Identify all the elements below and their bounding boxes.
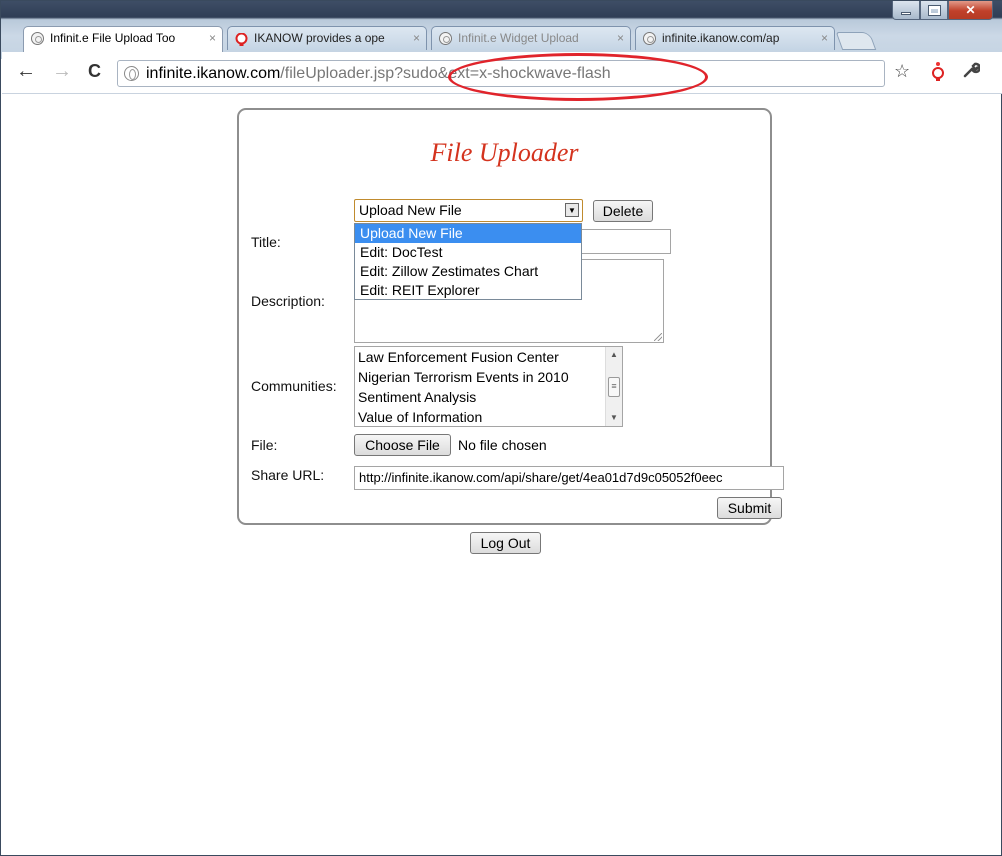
url-host: infinite.ikanow.com [146, 65, 281, 82]
tab-close-icon[interactable]: × [209, 27, 216, 50]
submit-button[interactable]: Submit [717, 497, 782, 519]
resize-grip-icon[interactable] [654, 333, 662, 341]
delete-button[interactable]: Delete [593, 200, 653, 222]
window-controls: ✕ [892, 1, 993, 20]
title-input[interactable] [581, 229, 671, 254]
maximize-icon [927, 4, 941, 16]
logout-button[interactable]: Log Out [470, 532, 541, 554]
scroll-up-icon[interactable]: ▲ [606, 348, 622, 362]
list-item[interactable]: Value of Information [355, 407, 622, 426]
choose-file-button[interactable]: Choose File [354, 434, 451, 456]
reload-icon[interactable]: C [88, 60, 101, 82]
no-file-text: No file chosen [458, 437, 547, 453]
minimize-icon [901, 11, 911, 15]
wrench-icon[interactable] [962, 61, 982, 84]
list-item[interactable]: Nigerian Terrorism Events in 2010 [355, 367, 622, 387]
tab-widget-upload[interactable]: Infinit.e Widget Upload × [431, 26, 631, 50]
file-select[interactable]: Upload New File ▼ [354, 199, 583, 222]
page-title: File Uploader [430, 138, 579, 167]
lightbulb-icon [235, 32, 248, 46]
annotation-ellipse [448, 53, 708, 101]
tab-api[interactable]: infinite.ikanow.com/ap × [635, 26, 835, 50]
close-icon: ✕ [965, 3, 976, 17]
dropdown-option[interactable]: Upload New File [355, 224, 581, 243]
tab-label: infinite.ikanow.com/ap [662, 31, 780, 45]
file-label: File: [251, 437, 278, 453]
communities-listbox[interactable]: Law Enforcement Fusion Center Nigerian T… [354, 346, 623, 427]
browser-window: ✕ Infinit.e File Upload Too × IKANOW pro… [0, 0, 1002, 856]
tab-file-upload[interactable]: Infinit.e File Upload Too × [23, 26, 223, 52]
share-url-input[interactable]: http://infinite.ikanow.com/api/share/get… [354, 466, 784, 490]
tab-label: Infinit.e File Upload Too [50, 31, 176, 45]
globe-icon [643, 32, 656, 45]
back-icon[interactable]: ← [16, 60, 36, 82]
tab-ikanow[interactable]: IKANOW provides a ope × [227, 26, 427, 50]
list-item[interactable]: Sentiment Analysis [355, 387, 622, 407]
forward-icon[interactable]: → [52, 60, 72, 82]
new-tab-button[interactable] [835, 32, 877, 50]
globe-icon [31, 32, 44, 45]
share-url-label: Share URL: [251, 467, 325, 483]
dropdown-option[interactable]: Edit: DocTest [355, 243, 581, 262]
scroll-down-icon[interactable]: ▼ [606, 411, 622, 425]
tab-label: Infinit.e Widget Upload [458, 31, 579, 45]
dropdown-option[interactable]: Edit: Zillow Zestimates Chart [355, 262, 581, 281]
tab-close-icon[interactable]: × [821, 27, 828, 50]
tab-strip: Infinit.e File Upload Too × IKANOW provi… [23, 26, 877, 52]
globe-icon [439, 32, 452, 45]
listbox-scrollbar[interactable]: ▲ ≡ ▼ [605, 347, 622, 426]
tab-close-icon[interactable]: × [413, 27, 420, 50]
file-select-dropdown: Upload New File Edit: DocTest Edit: Zill… [354, 223, 582, 300]
file-select-value: Upload New File [359, 202, 462, 218]
scroll-thumb[interactable]: ≡ [608, 377, 620, 397]
dropdown-option[interactable]: Edit: REIT Explorer [355, 281, 581, 300]
tab-close-icon[interactable]: × [617, 27, 624, 50]
description-label: Description: [251, 293, 325, 309]
maximize-button[interactable] [920, 1, 948, 20]
star-icon[interactable]: ☆ [894, 61, 910, 82]
globe-icon [124, 66, 139, 81]
communities-label: Communities: [251, 378, 337, 394]
minimize-button[interactable] [892, 1, 920, 20]
title-label: Title: [251, 234, 281, 250]
lightbulb-extension-icon[interactable] [931, 61, 945, 88]
chevron-down-icon[interactable]: ▼ [565, 203, 579, 217]
close-window-button[interactable]: ✕ [948, 1, 993, 20]
tab-label: IKANOW provides a ope [254, 31, 385, 45]
list-item[interactable]: Law Enforcement Fusion Center [355, 347, 622, 367]
